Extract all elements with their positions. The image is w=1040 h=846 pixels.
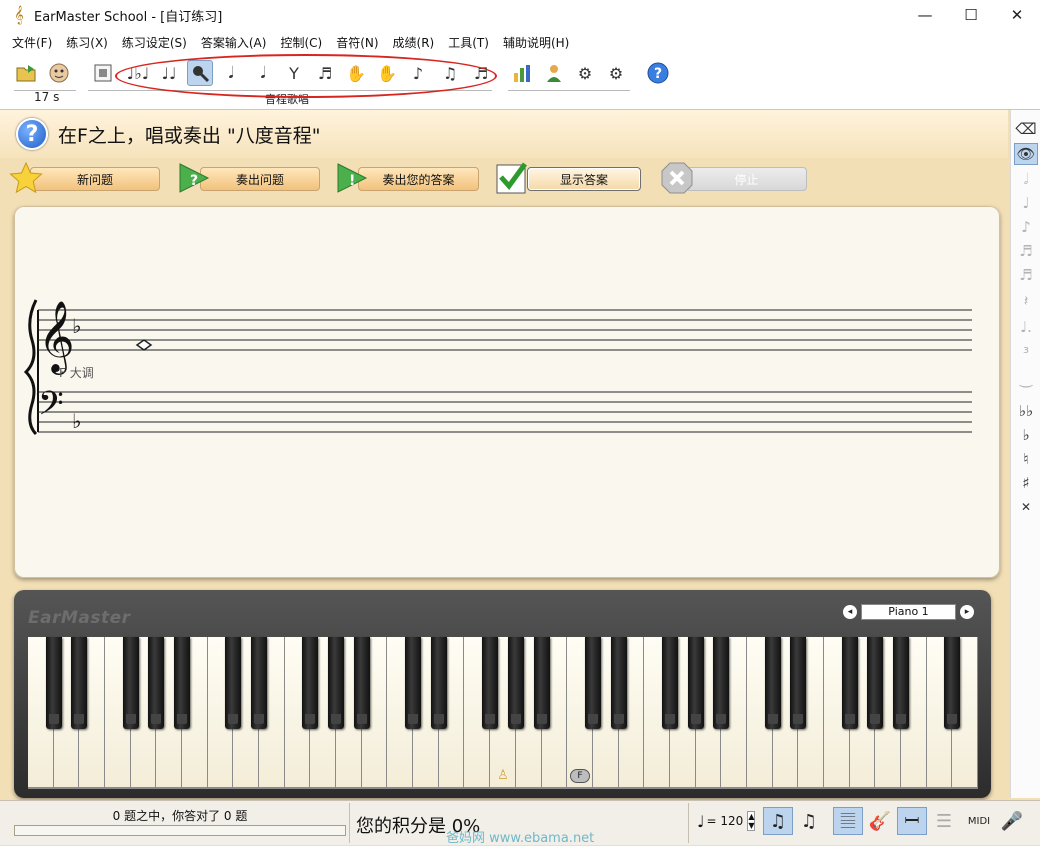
beamed-notes-icon[interactable]: ♫ [763,807,793,835]
tempo-value: = 120 [706,814,744,828]
eighth-notes-icon[interactable]: ♫ [794,807,824,835]
tempo-control[interactable]: ♩ = 120 ▲ ▼ [697,809,757,833]
piano-black-key[interactable] [353,637,370,729]
piano-keyboard[interactable]: ♙ F [28,637,978,789]
piano-black-key[interactable] [302,637,319,729]
guitar-icon[interactable]: 🎸 [865,807,895,835]
piano-black-key[interactable] [45,637,62,729]
piano-black-key[interactable] [944,637,961,729]
eye-icon[interactable]: 👁 [1014,143,1038,165]
bass-clef-icon: 𝄢 [38,385,64,431]
staff-notation: 𝄞 ♭ 𝄢 ♭ [23,299,972,436]
piano-black-key[interactable] [405,637,422,729]
piano-black-key[interactable] [174,637,191,729]
piano-black-key[interactable] [713,637,730,729]
piano-black-key[interactable] [71,637,88,729]
triplet-icon[interactable]: ³ [1014,342,1038,364]
piano-black-key[interactable] [867,637,884,729]
rest-icon[interactable]: 𝄽 [1014,290,1038,312]
flat-key-signature-icon: ♭ [72,314,81,338]
key-label: F 大调 [59,366,94,380]
answer-count-text: 0 题之中，你答对了 0 题 [112,809,248,823]
flat-key-signature-icon: ♭ [72,409,81,433]
midi-icon[interactable]: MIDI [964,807,994,835]
watermark-text: 爸妈网 www.ebama.net [446,831,595,846]
piano-black-key[interactable] [764,637,781,729]
flat-icon[interactable]: ♭ [1014,424,1038,446]
status-bar: 0 题之中，你答对了 0 题 您的积分是 0% 爸妈网 www.ebama.ne… [0,800,1040,846]
eighth-note-icon[interactable]: ♪ [1014,216,1038,238]
natural-icon[interactable]: ♮ [1014,448,1038,470]
instrument-prev-button[interactable]: ◂ [843,605,857,619]
instrument-next-button[interactable]: ▸ [960,605,974,619]
sixteenth-note-icon[interactable]: ♬ [1014,240,1038,262]
piano-black-key[interactable] [533,637,550,729]
piano-black-key[interactable] [251,637,268,729]
instrument-name[interactable]: Piano 1 [861,604,956,620]
piano-black-key[interactable] [122,637,139,729]
piano-view-icon[interactable]: 𝄩 [897,807,927,835]
piano-black-key[interactable] [507,637,524,729]
piano-black-key[interactable] [584,637,601,729]
quarter-note-tempo-icon: ♩ [697,811,705,831]
microphone-icon[interactable]: 🎤 [997,807,1027,835]
tie-icon[interactable]: ‿ [1014,368,1038,390]
dotted-note-icon[interactable]: ♩. [1014,316,1038,338]
quarter-note-icon[interactable]: ♩ [1014,192,1038,214]
piano-black-key[interactable] [661,637,678,729]
double-sharp-icon[interactable]: ✕ [1014,496,1038,518]
sharp-icon[interactable]: ♯ [1014,472,1038,494]
thirty-second-note-icon[interactable]: ♬ [1014,264,1038,286]
piano-black-key[interactable] [841,637,858,729]
piano-black-key[interactable] [225,637,242,729]
piano-black-key[interactable] [430,637,447,729]
eraser-icon[interactable]: ⌫ [1014,118,1038,140]
instrument-selector: ◂ Piano 1 ▸ [843,603,978,621]
note-palette: ⌫ 👁 𝅗𝅥 ♩ ♪ ♬ ♬ 𝄽 ♩. ³ ‿ ♭♭ ♭ ♮ ♯ ✕ [1010,110,1040,798]
progress-bar [14,825,346,836]
piano-black-key[interactable] [610,637,627,729]
piano-black-key[interactable] [148,637,165,729]
piano-black-key[interactable] [687,637,704,729]
keyboard-logo: EarMaster [28,608,131,628]
piano-black-key[interactable] [482,637,499,729]
piano-black-key[interactable] [892,637,909,729]
half-note-icon[interactable]: 𝅗𝅥 [1014,168,1038,190]
keyboard-view-icon[interactable]: ☰ [929,807,959,835]
staff-view-icon[interactable]: 𝄚 [833,807,863,835]
double-flat-icon[interactable]: ♭♭ [1014,400,1038,422]
note-diamond-icon [135,339,153,351]
root-note-marker: F [570,769,591,783]
tempo-stepper-icon[interactable]: ▲ ▼ [747,811,756,831]
piano-black-key[interactable] [790,637,807,729]
piano-black-key[interactable] [328,637,345,729]
middle-c-marker-icon: ♙ [497,767,509,783]
score-box: 您的积分是 0% 爸妈网 www.ebama.net [349,803,689,846]
